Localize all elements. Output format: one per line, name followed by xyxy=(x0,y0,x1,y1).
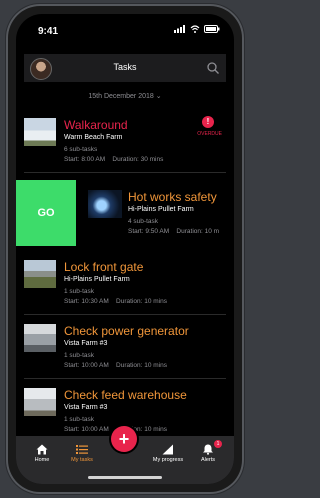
app-header: Tasks xyxy=(24,54,226,82)
task-check-power-generator[interactable]: Check power generator Vista Farm #3 1 su… xyxy=(24,314,226,379)
status-time: 9:41 xyxy=(38,26,59,37)
task-meta: Start: 8:00 AM Duration: 30 mins xyxy=(64,156,163,163)
tab-home-label: Home xyxy=(34,457,50,463)
task-duration: Duration: 10 mins xyxy=(116,362,167,369)
task-subtasks: 4 sub-task xyxy=(128,218,158,225)
wifi-icon xyxy=(190,25,200,33)
home-indicator xyxy=(88,476,162,479)
tab-my-tasks-label: My tasks xyxy=(71,457,93,463)
list-icon xyxy=(76,445,88,454)
battery-icon xyxy=(204,25,220,33)
search-icon[interactable] xyxy=(206,61,220,75)
task-start: Start: 8:00 AM xyxy=(64,156,106,163)
task-farm: Vista Farm #3 xyxy=(64,404,108,411)
overdue-label: OVERDUE xyxy=(197,131,222,137)
alerts-count-badge: 1 xyxy=(214,440,222,448)
task-farm: Hi-Plains Pullet Farm xyxy=(64,276,130,283)
task-duration: Duration: 10 mins xyxy=(116,298,167,305)
task-start: Start: 10:00 AM xyxy=(64,426,109,433)
task-start: Start: 10:00 AM xyxy=(64,362,109,369)
task-subtasks: 1 sub-task xyxy=(64,416,94,423)
task-title: Check power generator xyxy=(64,324,189,338)
go-button[interactable]: GO xyxy=(16,180,76,246)
task-subtasks: 1 sub-task xyxy=(64,352,94,359)
task-lock-front-gate[interactable]: Lock front gate Hi-Plains Pullet Farm 1 … xyxy=(24,250,226,315)
tab-home[interactable]: Home xyxy=(22,444,62,463)
task-title: Check feed warehouse xyxy=(64,388,187,402)
task-meta: Start: 9:50 AM Duration: 10 m xyxy=(128,228,219,235)
task-start: Start: 9:50 AM xyxy=(128,228,170,235)
tab-my-progress[interactable]: My progress xyxy=(148,444,188,463)
task-thumbnail xyxy=(24,118,56,146)
tab-alerts[interactable]: 1 Alerts xyxy=(188,440,228,463)
task-start: Start: 10:30 AM xyxy=(64,298,109,305)
task-walkaround[interactable]: Walkaround Warm Beach Farm 6 sub-tasks S… xyxy=(24,108,226,173)
page-title: Tasks xyxy=(113,62,137,72)
task-thumbnail xyxy=(88,190,122,218)
task-thumbnail xyxy=(24,260,56,288)
signal-icon xyxy=(174,25,185,33)
task-thumbnail xyxy=(24,324,56,352)
task-duration: Duration: 30 mins xyxy=(112,156,164,163)
task-meta: Start: 10:00 AM Duration: 10 mins xyxy=(64,362,167,369)
tab-my-progress-label: My progress xyxy=(152,457,184,463)
status-bar: 9:41 xyxy=(16,14,234,44)
task-thumbnail xyxy=(24,388,56,416)
date-selector[interactable]: 15th December 2018 ⌄ xyxy=(16,92,234,100)
task-farm: Vista Farm #3 xyxy=(64,340,108,347)
task-meta: Start: 10:30 AM Duration: 10 mins xyxy=(64,298,167,305)
app-screen: 9:41 Tasks 15th December 2018 ⌄ Walkarou… xyxy=(16,14,234,484)
progress-icon xyxy=(162,444,173,455)
date-label: 15th December 2018 xyxy=(88,93,154,100)
alert-icon: ! xyxy=(202,116,214,128)
task-duration: Duration: 10 m xyxy=(176,228,220,235)
task-subtasks: 1 sub-task xyxy=(64,288,94,295)
task-title: Lock front gate xyxy=(64,260,144,274)
tab-alerts-label: Alerts xyxy=(200,457,216,463)
task-title: Walkaround xyxy=(64,118,128,132)
task-subtasks: 6 sub-tasks xyxy=(64,146,98,153)
task-title: Hot works safety xyxy=(128,190,217,204)
phone-frame: 9:41 Tasks 15th December 2018 ⌄ Walkarou… xyxy=(6,4,244,494)
tab-my-tasks[interactable]: My tasks xyxy=(62,444,102,463)
chevron-down-icon: ⌄ xyxy=(155,93,162,100)
task-farm: Hi-Plains Pullet Farm xyxy=(128,206,194,213)
home-icon xyxy=(36,444,48,455)
task-farm: Warm Beach Farm xyxy=(64,134,123,141)
bell-icon xyxy=(203,444,213,455)
task-hot-works-safety[interactable]: GO Hot works safety Hi-Plains Pullet Far… xyxy=(16,180,234,246)
add-task-button[interactable]: + xyxy=(111,426,137,452)
status-icons xyxy=(174,25,220,33)
notch xyxy=(74,14,178,34)
